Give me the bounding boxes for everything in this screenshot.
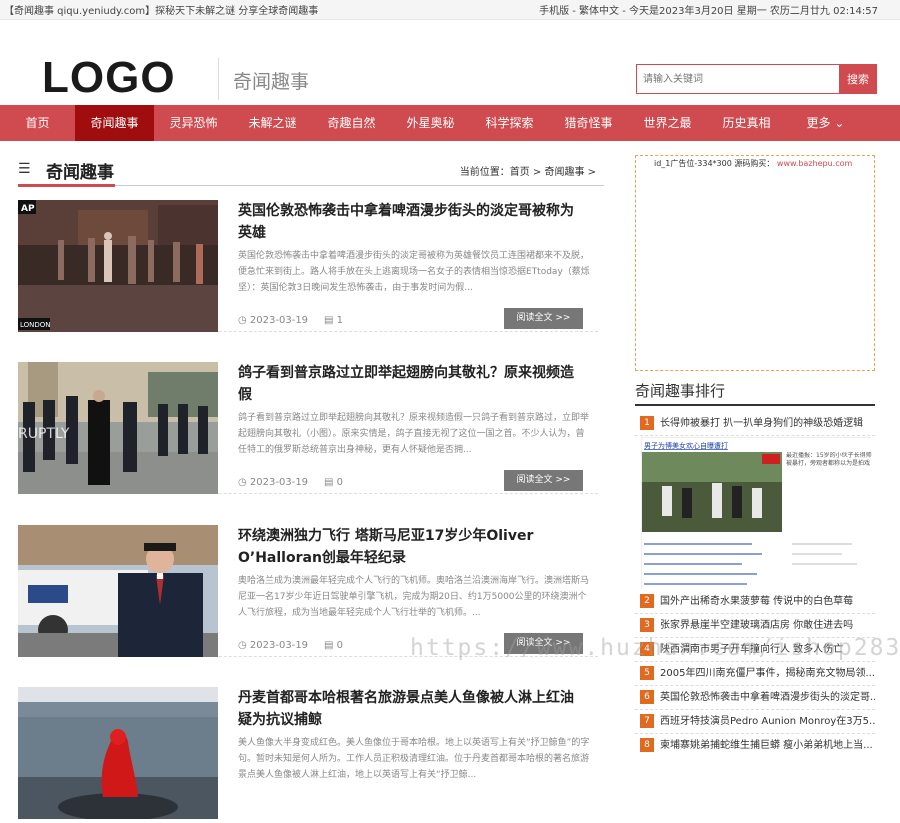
nav-item-shijie[interactable]: 世界之最 [628,105,707,141]
article-date: ◷ 2023-03-19 [238,477,309,488]
ad-placeholder[interactable]: id_1广告位-334*300 源码购买： www.bazhepu.com [635,155,875,371]
site-logo[interactable]: LOGO [42,53,176,103]
rank-item-title: 长得帅被暴打 扒一扒单身狗们的神级恐婚逻辑 [660,418,864,429]
ad-link[interactable]: www.bazhepu.com [777,159,852,168]
rank-item-title: 柬埔寨姚弟捕蛇维生捕巨蟒 瘦小弟弟机地上当... [660,740,873,751]
rank-item-title: 英国伦敦恐怖袭击中拿着啤酒漫步街头的淡定哥... [660,692,875,703]
nav-item-lingyi[interactable]: 灵异恐怖 [154,105,233,141]
top-bar-left-text: 【奇闻趣事 qiqu.yeniudy.com】探秘天下未解之谜 分享全球奇闻趣事 [4,6,319,17]
clock-icon: ◷ [238,315,247,326]
search-input[interactable] [636,64,839,94]
breadcrumb[interactable]: 当前位置：首页 > 奇闻趣事 > [460,163,596,178]
rank-number: 3 [640,618,654,632]
clock-icon: ◷ [238,640,247,651]
rank-number: 5 [640,666,654,680]
rank-image-side-text: 最近播报：15岁的小伙子长得帅被暴打，旁观者都称以为是拍戏 [786,452,872,467]
nav-item-lieqi[interactable]: 猎奇怪事 [549,105,628,141]
article-item: 丹麦首都哥本哈根著名旅游景点美人鱼像被人淋上红油疑为抗议捕鲸 美人鱼像大半身变成… [18,687,598,821]
section-header: ☰ 奇闻趣事 当前位置：首页 > 奇闻趣事 > [18,157,604,187]
top-bar-right-text: 手机版 - 繁体中文 - 今天是2023年3月20日 星期一 农历二月廿九 02… [539,6,878,17]
rank-title: 奇闻趣事排行 [635,380,875,406]
rank-item[interactable]: 8 柬埔寨姚弟捕蛇维生捕巨蟒 瘦小弟弟机地上当... [635,734,875,758]
rank-item[interactable]: 5 2005年四川南充僵尸事件，揭秘南充文物局领... [635,662,875,686]
site-slogan: 奇闻趣事 [233,71,310,93]
article-title[interactable]: 英国伦敦恐怖袭击中拿着啤酒漫步街头的淡定哥被称为英雄 [238,200,583,244]
section-title: 奇闻趣事 [46,163,114,183]
rank-item-title: 西班牙特技演员Pedro Aunion Monroy在3万5... [660,716,875,727]
rank-item[interactable]: 1 长得帅被暴打 扒一扒单身狗们的神级恐婚逻辑 [635,412,875,436]
rank-item-title: 国外产出稀奇水果菠萝莓 传说中的白色草莓 [660,596,854,607]
article-title[interactable]: 丹麦首都哥本哈根著名旅游景点美人鱼像被人淋上红油疑为抗议捕鲸 [238,687,583,731]
article-item: RUPTLY 鸽子看到普京路过立即举起翅膀向其敬礼？原来视频造假 鸽子看到普京路… [18,362,598,494]
article-title[interactable]: 环绕澳洲独力飞行 塔斯马尼亚17岁少年Oliver O’Halloran创最年轻… [238,525,583,569]
article-item: AP LONDON 英国伦敦恐怖袭击中拿着啤酒漫步街头的淡定哥被称为英雄 英国伦… [18,200,598,332]
section-title-underline [18,184,115,187]
nav-item-qiwen[interactable]: 奇闻趣事 [75,105,154,141]
article-summary: 英国伦敦恐怖袭击中拿着啤酒漫步街头的淡定哥被称为英雄餐饮员工连围裙都来不及脱，便… [238,251,590,293]
rank-number: 1 [640,416,654,430]
nav-item-weijie[interactable]: 未解之谜 [233,105,312,141]
thumbnail-tag: AP [21,204,35,214]
search-button[interactable]: 搜索 [839,64,877,94]
thumbnail-tag: RUPTLY [18,426,70,442]
article-date: ◷ 2023-03-19 [238,640,309,651]
nav-item-home[interactable]: 首页 [0,105,75,141]
article-views: ▤ 0 [324,477,344,488]
book-icon: ▤ [324,640,334,651]
book-icon: ▤ [324,315,334,326]
article-views: ▤ 1 [324,315,344,326]
header-divider [218,58,219,100]
article-thumbnail[interactable]: RUPTLY [18,362,218,494]
rank-number: 7 [640,714,654,728]
read-more-button[interactable]: 阅读全文 >> [504,308,583,329]
rank-item[interactable]: 6 英国伦敦恐怖袭击中拿着啤酒漫步街头的淡定哥... [635,686,875,710]
read-more-button[interactable]: 阅读全文 >> [504,470,583,491]
article-summary: 鸽子看到普京路过立即举起翅膀向其敬礼？原来视频造假一只鸽子看到普京路过，立即举起… [238,413,590,455]
rank-item-title: 张家界悬崖半空建玻璃酒店房 你敢住进去吗 [660,620,854,631]
rank-number: 6 [640,690,654,704]
nav-item-waixing[interactable]: 外星奥秘 [391,105,470,141]
nav-item-ziran[interactable]: 奇趣自然 [312,105,391,141]
article-title[interactable]: 鸽子看到普京路过立即举起翅膀向其敬礼？原来视频造假 [238,362,583,406]
rank-number: 2 [640,594,654,608]
article-views: ▤ 0 [324,640,344,651]
watermark-text: https://www.huzhan.com/ishop2831 [410,635,900,661]
rank-item[interactable]: 2 国外产出稀奇水果菠萝莓 传说中的白色草莓 [635,590,875,614]
rank-item[interactable]: 7 西班牙特技演员Pedro Aunion Monroy在3万5... [635,710,875,734]
article-summary: 奥哈洛兰成为澳洲最年轻完成个人飞行的飞机师。奥哈洛兰沿澳洲海岸飞行。澳洲塔斯马尼… [238,576,590,618]
chevron-down-icon: ⌄ [834,116,845,130]
nav-item-lishi[interactable]: 历史真相 [707,105,786,141]
rank-number: 8 [640,738,654,752]
rank-image[interactable]: 男子为博美女欢心自曝遭打 最近播报：15岁的小伙子长得帅被暴打，旁观者都称以为是… [641,437,872,590]
ad-text: id_1广告位-334*300 源码购买： [654,159,775,168]
rank-item-title: 2005年四川南充僵尸事件，揭秘南充文物局领... [660,668,875,679]
article-summary: 美人鱼像大半身变成红色。美人鱼像位于哥本哈根。地上以英语写上有关“抒卫鲸鱼”的字… [238,738,590,780]
list-icon: ☰ [18,161,31,177]
site-header: LOGO 奇闻趣事 搜索 [0,20,900,105]
article-thumbnail[interactable]: AP LONDON [18,200,218,332]
search-box: 搜索 [636,64,877,94]
top-bar: 【奇闻趣事 qiqu.yeniudy.com】探秘天下未解之谜 分享全球奇闻趣事… [0,0,900,20]
book-icon: ▤ [324,477,334,488]
clock-icon: ◷ [238,477,247,488]
main-nav: 首页 奇闻趣事 灵异恐怖 未解之谜 奇趣自然 外星奥秘 科学探索 猎奇怪事 世界… [0,105,900,141]
article-date: ◷ 2023-03-19 [238,315,309,326]
article-thumbnail[interactable] [18,687,218,821]
nav-item-kexue[interactable]: 科学探索 [470,105,549,141]
article-thumbnail[interactable] [18,525,218,657]
thumbnail-caption: LONDON [20,321,51,329]
nav-item-more[interactable]: 更多 ⌄ [786,105,865,141]
rank-image-caption: 男子为博美女欢心自曝遭打 [644,441,728,450]
nav-more-label: 更多 [806,116,831,130]
